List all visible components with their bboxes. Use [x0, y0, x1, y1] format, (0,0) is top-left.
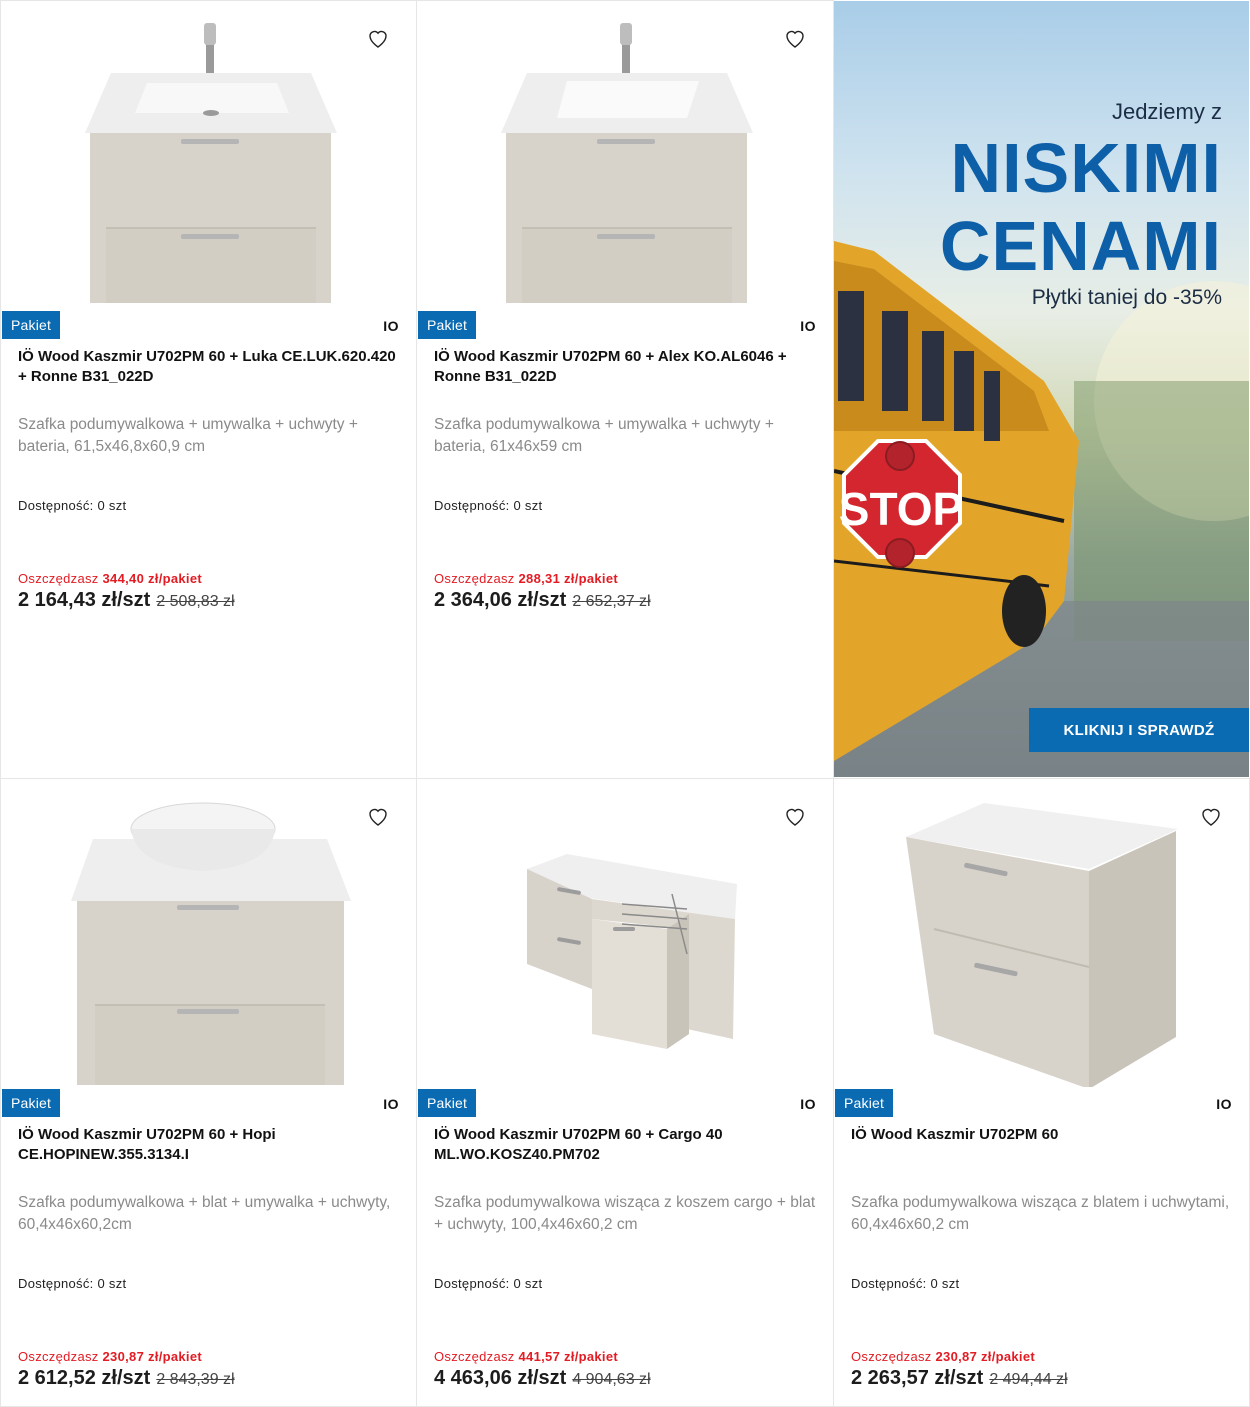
availability-value: 0 szt: [930, 1276, 960, 1291]
product-image[interactable]: [1, 779, 416, 1087]
price: 2 164,43 zł/szt 2 508,83 zł: [18, 589, 235, 612]
product-card[interactable]: Pakiet IO IÖ Wood Kaszmir U702PM 60 + Al…: [416, 0, 834, 779]
product-card[interactable]: Pakiet IO IÖ Wood Kaszmir U702PM 60 + Ho…: [0, 778, 417, 1407]
current-price: 4 463,06 zł/szt: [434, 1367, 567, 1389]
banner-cta-button[interactable]: KLIKNIJ I SPRAWDŹ: [1029, 708, 1249, 752]
savings-label: Oszczędzasz: [18, 571, 99, 586]
product-description: Szafka podumywalkowa wisząca z koszem ca…: [434, 1194, 816, 1233]
product-description: Szafka podumywalkowa wisząca z blatem i …: [851, 1194, 1230, 1233]
product-image[interactable]: [1, 1, 416, 309]
old-price: 2 494,44 zł: [989, 1371, 1068, 1388]
package-badge: Pakiet: [418, 311, 477, 339]
savings-value: 288,31 zł/pakiet: [518, 571, 618, 586]
banner-headline-1: NISKIMI: [950, 129, 1222, 207]
banner-subtitle: Jedziemy z: [1111, 99, 1222, 124]
heart-icon[interactable]: [366, 26, 390, 50]
savings-label: Oszczędzasz: [434, 1349, 515, 1364]
banner-tagline: Płytki taniej do -35%: [1031, 286, 1222, 309]
promo-banner[interactable]: STOP Jedziemy z NISKIMI CENAMI Płytki ta…: [834, 1, 1249, 777]
availability-value: 0 szt: [97, 498, 127, 513]
availability-value: 0 szt: [513, 1276, 543, 1291]
package-badge: Pakiet: [835, 1089, 894, 1117]
product-title[interactable]: IÖ Wood Kaszmir U702PM 60: [851, 1125, 1231, 1145]
savings: Oszczędzasz 230,87 zł/pakiet: [18, 1349, 202, 1364]
savings: Oszczędzasz 288,31 zł/pakiet: [434, 571, 618, 586]
product-description: Szafka podumywalkowa + umywalka + uchwyt…: [18, 416, 358, 455]
product-title[interactable]: IÖ Wood Kaszmir U702PM 60 + Hopi CE.HOPI…: [18, 1125, 398, 1165]
availability: Dostępność: 0 szt: [18, 1276, 126, 1291]
old-price: 2 652,37 zł: [572, 593, 651, 610]
product-description: Szafka podumywalkowa + umywalka + uchwyt…: [434, 416, 774, 455]
availability-label: Dostępność:: [18, 498, 94, 513]
old-price: 4 904,63 zł: [572, 1371, 651, 1388]
current-price: 2 164,43 zł/szt: [18, 589, 151, 611]
savings: Oszczędzasz 344,40 zł/pakiet: [18, 571, 202, 586]
savings-label: Oszczędzasz: [851, 1349, 932, 1364]
product-image[interactable]: [417, 1, 833, 309]
price: 2 364,06 zł/szt 2 652,37 zł: [434, 589, 651, 612]
availability-label: Dostępność:: [434, 498, 510, 513]
package-badge: Pakiet: [2, 1089, 61, 1117]
package-badge: Pakiet: [2, 311, 61, 339]
stop-sign-text: STOP: [839, 483, 963, 535]
product-card[interactable]: Pakiet IO IÖ Wood Kaszmir U702PM 60 Szaf…: [833, 778, 1250, 1407]
savings-value: 441,57 zł/pakiet: [518, 1349, 618, 1364]
current-price: 2 263,57 zł/szt: [851, 1367, 984, 1389]
availability: Dostępność: 0 szt: [18, 498, 126, 513]
heart-icon[interactable]: [783, 26, 807, 50]
product-image[interactable]: [417, 779, 833, 1087]
product-description: Szafka podumywalkowa + blat + umywalka +…: [18, 1194, 391, 1233]
savings-label: Oszczędzasz: [434, 571, 515, 586]
availability-value: 0 szt: [97, 1276, 127, 1291]
old-price: 2 508,83 zł: [156, 593, 235, 610]
price: 4 463,06 zł/szt 4 904,63 zł: [434, 1367, 651, 1390]
savings-value: 344,40 zł/pakiet: [102, 571, 202, 586]
heart-icon[interactable]: [366, 804, 390, 828]
availability-label: Dostępność:: [18, 1276, 94, 1291]
heart-icon[interactable]: [1199, 804, 1223, 828]
heart-icon[interactable]: [783, 804, 807, 828]
availability: Dostępność: 0 szt: [851, 1276, 959, 1291]
savings-value: 230,87 zł/pakiet: [935, 1349, 1035, 1364]
savings-label: Oszczędzasz: [18, 1349, 99, 1364]
product-card[interactable]: Pakiet IO IÖ Wood Kaszmir U702PM 60 + Lu…: [0, 0, 417, 779]
current-price: 2 364,06 zł/szt: [434, 589, 567, 611]
brand-logo: IO: [800, 1096, 816, 1112]
product-grid: Pakiet IO IÖ Wood Kaszmir U702PM 60 + Lu…: [0, 0, 1250, 1407]
price: 2 612,52 zł/szt 2 843,39 zł: [18, 1367, 235, 1390]
brand-logo: IO: [383, 1096, 399, 1112]
old-price: 2 843,39 zł: [156, 1371, 235, 1388]
savings: Oszczędzasz 230,87 zł/pakiet: [851, 1349, 1035, 1364]
package-badge: Pakiet: [418, 1089, 477, 1117]
savings: Oszczędzasz 441,57 zł/pakiet: [434, 1349, 618, 1364]
product-image[interactable]: [834, 779, 1249, 1089]
brand-logo: IO: [1216, 1096, 1232, 1112]
product-title[interactable]: IÖ Wood Kaszmir U702PM 60 + Luka CE.LUK.…: [18, 347, 398, 387]
product-title[interactable]: IÖ Wood Kaszmir U702PM 60 + Cargo 40 ML.…: [434, 1125, 814, 1165]
savings-value: 230,87 zł/pakiet: [102, 1349, 202, 1364]
availability-label: Dostępność:: [434, 1276, 510, 1291]
brand-logo: IO: [800, 318, 816, 334]
availability-label: Dostępność:: [851, 1276, 927, 1291]
availability: Dostępność: 0 szt: [434, 498, 542, 513]
banner-headline-2: CENAMI: [939, 207, 1222, 285]
availability-value: 0 szt: [513, 498, 543, 513]
product-card[interactable]: Pakiet IO IÖ Wood Kaszmir U702PM 60 + Ca…: [416, 778, 834, 1407]
current-price: 2 612,52 zł/szt: [18, 1367, 151, 1389]
brand-logo: IO: [383, 318, 399, 334]
availability: Dostępność: 0 szt: [434, 1276, 542, 1291]
product-title[interactable]: IÖ Wood Kaszmir U702PM 60 + Alex KO.AL60…: [434, 347, 814, 387]
price: 2 263,57 zł/szt 2 494,44 zł: [851, 1367, 1068, 1390]
